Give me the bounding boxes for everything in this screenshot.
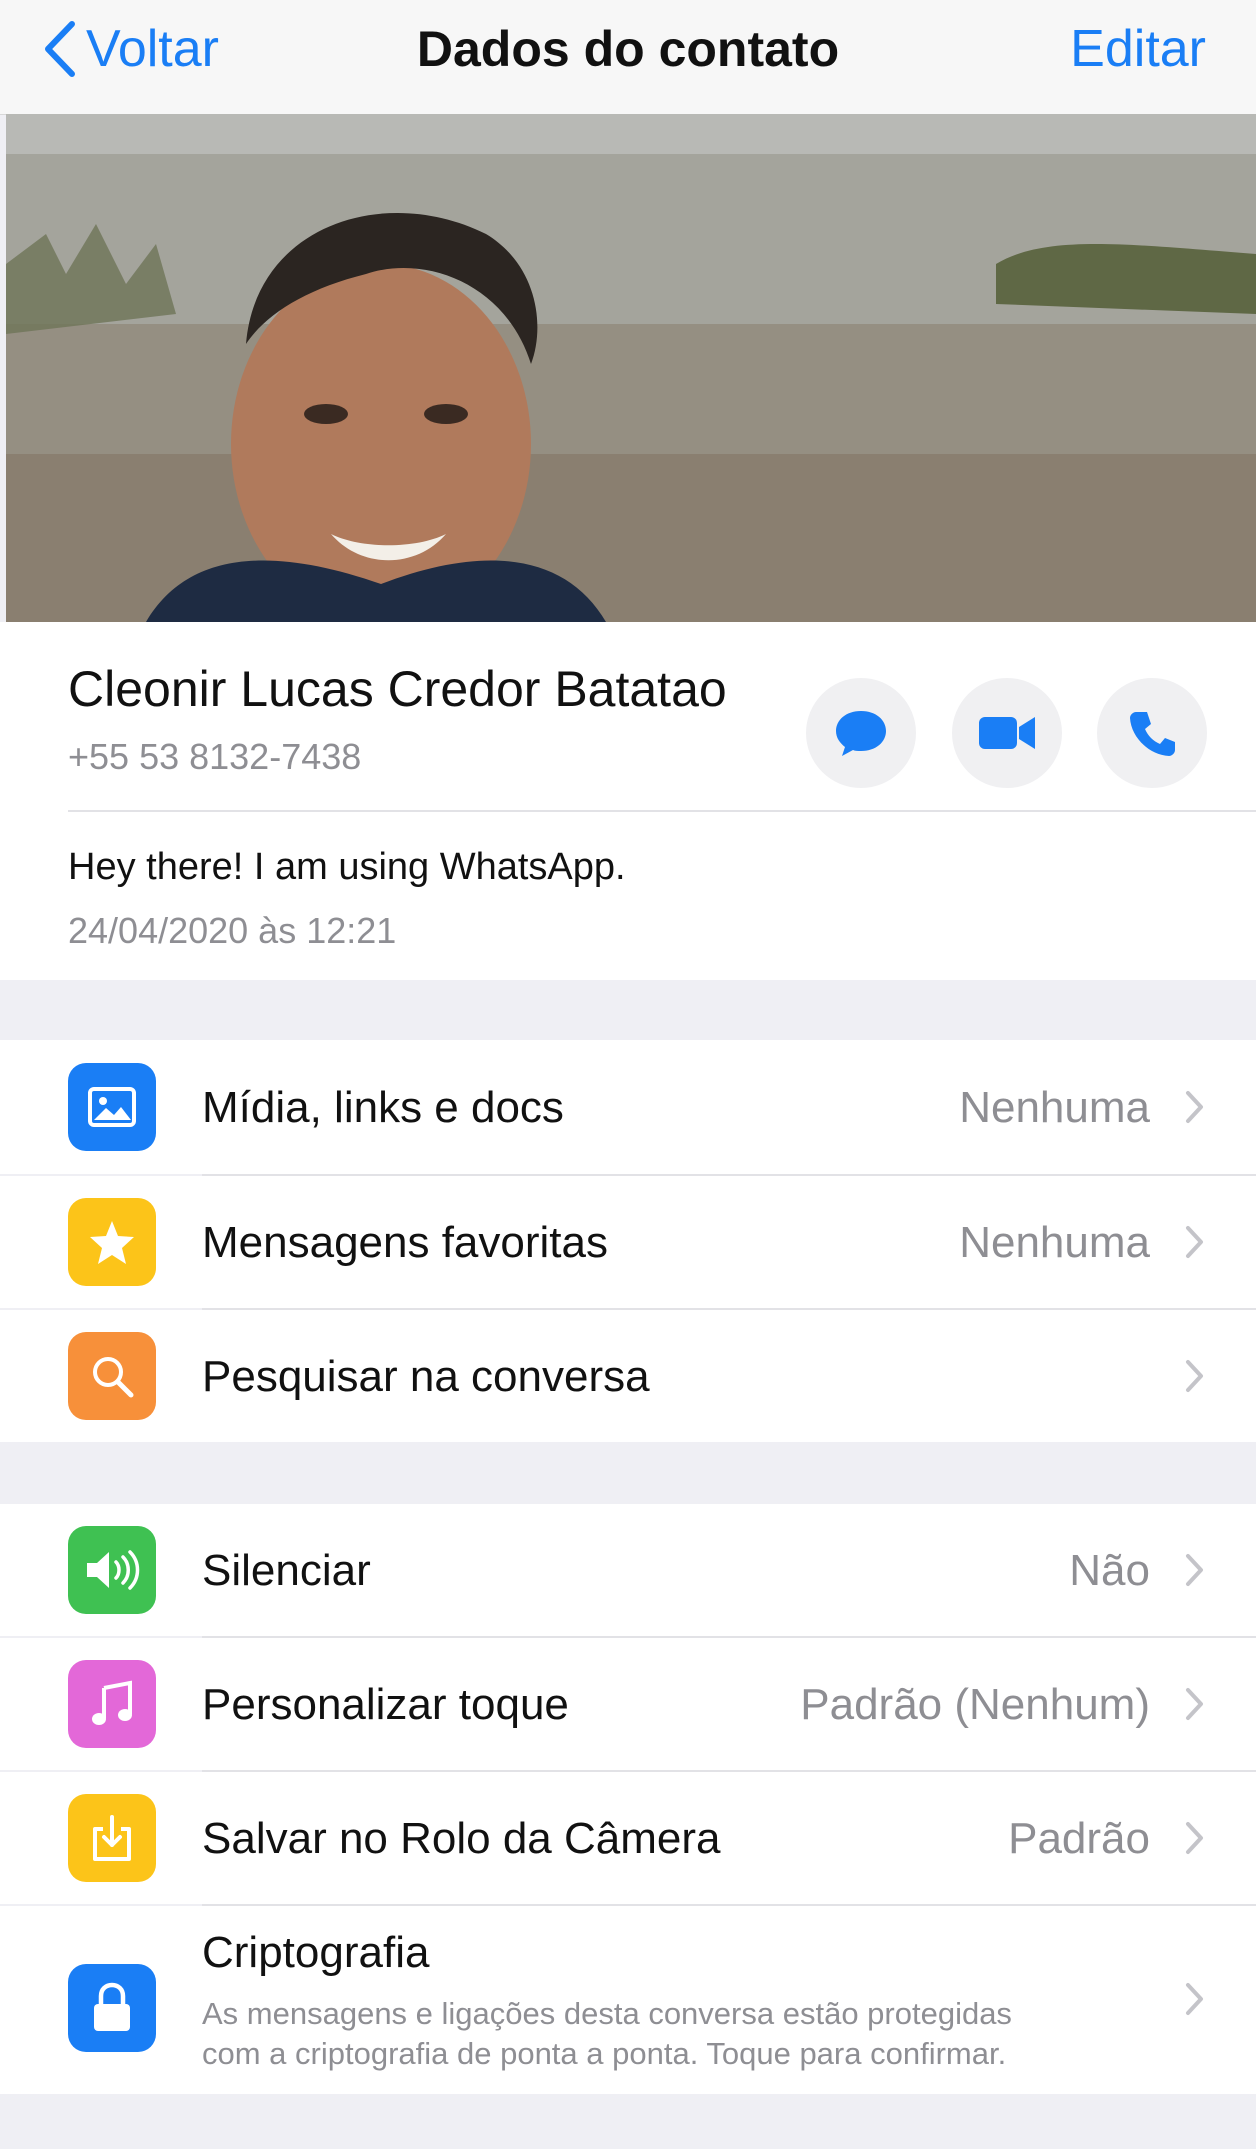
voice-call-button[interactable] — [1097, 678, 1207, 788]
contact-name: Cleonir Lucas Credor Batatao — [68, 661, 727, 717]
row-value: Padrão (Nenhum) — [800, 1680, 1150, 1729]
row-value: Nenhuma — [959, 1218, 1150, 1267]
row-label: Personalizar toque — [202, 1680, 569, 1729]
video-call-button[interactable] — [952, 678, 1062, 788]
row-label: Mensagens favoritas — [202, 1218, 608, 1267]
row-value: Não — [1069, 1546, 1150, 1595]
encryption-description-line2: com a criptografia de ponta a ponta. Toq… — [202, 2036, 1007, 2071]
chevron-right-icon — [1186, 1554, 1203, 1586]
chevron-right-icon — [1186, 1360, 1203, 1392]
chevron-right-icon — [1186, 1983, 1203, 2015]
row-label: Salvar no Rolo da Câmera — [202, 1814, 721, 1863]
save-download-icon — [68, 1794, 156, 1882]
custom-tone-row[interactable]: Personalizar toque Padrão (Nenhum) — [0, 1638, 1256, 1770]
chevron-right-icon — [1186, 1091, 1203, 1123]
phone-call-icon — [1130, 712, 1175, 756]
chevron-right-icon — [1186, 1688, 1203, 1720]
row-label: Silenciar — [202, 1546, 371, 1595]
edit-button[interactable]: Editar — [1070, 14, 1206, 84]
row-value: Padrão — [1008, 1814, 1150, 1863]
mute-row[interactable]: Silenciar Não — [0, 1504, 1256, 1636]
chevron-right-icon — [1186, 1822, 1203, 1854]
media-icon — [68, 1063, 156, 1151]
lock-icon — [68, 1964, 156, 2052]
video-call-icon — [979, 717, 1035, 749]
encryption-row[interactable]: Criptografia As mensagens e ligações des… — [0, 1906, 1256, 2094]
star-icon — [68, 1198, 156, 1286]
contact-status: Hey there! I am using WhatsApp. — [68, 846, 626, 888]
row-label: Pesquisar na conversa — [202, 1352, 650, 1401]
starred-messages-row[interactable]: Mensagens favoritas Nenhuma — [0, 1176, 1256, 1308]
row-label: Mídia, links e docs — [202, 1083, 564, 1132]
message-icon — [836, 711, 886, 756]
navigation-bar: Voltar Dados do contato Editar — [0, 0, 1256, 115]
chevron-right-icon — [1186, 1226, 1203, 1258]
save-to-camera-roll-row[interactable]: Salvar no Rolo da Câmera Padrão — [0, 1772, 1256, 1904]
row-label: Criptografia — [202, 1928, 430, 1977]
contact-phone: +55 53 8132-7438 — [68, 736, 362, 777]
contact-profile-photo[interactable] — [6, 114, 1256, 622]
page-title: Dados do contato — [416, 21, 840, 77]
status-date: 24/04/2020 às 12:21 — [68, 910, 397, 951]
row-value: Nenhuma — [959, 1083, 1150, 1132]
speaker-icon — [68, 1526, 156, 1614]
search-icon — [68, 1332, 156, 1420]
encryption-description-line1: As mensagens e ligações desta conversa e… — [202, 1996, 1012, 2031]
search-in-chat-row[interactable]: Pesquisar na conversa — [0, 1310, 1256, 1442]
divider — [68, 810, 1256, 812]
media-links-docs-row[interactable]: Mídia, links e docs Nenhuma — [0, 1040, 1256, 1174]
message-button[interactable] — [806, 678, 916, 788]
music-note-icon — [68, 1660, 156, 1748]
